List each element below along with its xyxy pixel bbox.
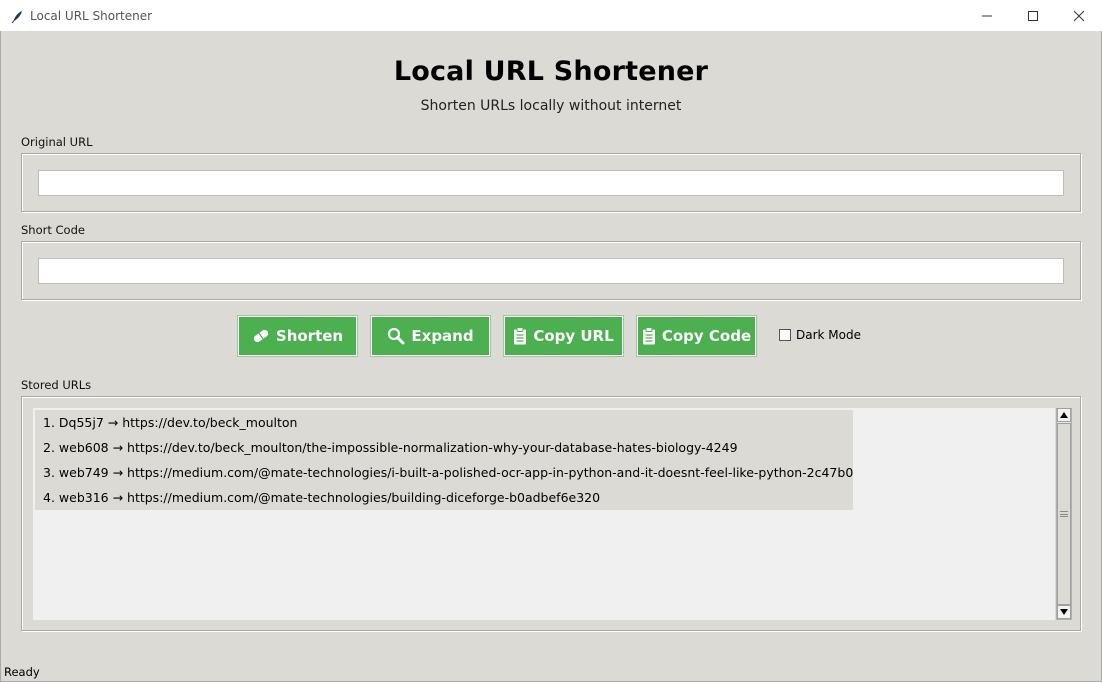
window-title: Local URL Shortener bbox=[30, 8, 153, 23]
dark-mode-label: Dark Mode bbox=[796, 328, 861, 342]
arrow-up-icon bbox=[1060, 412, 1068, 418]
copy-code-label: Copy Code bbox=[661, 327, 752, 345]
copy-code-button[interactable]: Copy Code bbox=[636, 315, 757, 357]
grip-icon bbox=[1060, 511, 1068, 517]
stored-urls-listbox[interactable]: 1. Dq55j7 → https://dev.to/beck_moulton … bbox=[33, 408, 1055, 620]
maximize-button[interactable] bbox=[1010, 0, 1056, 31]
expand-button[interactable]: Expand bbox=[370, 315, 491, 357]
list-item[interactable]: 3. web749 → https://medium.com/@mate-tec… bbox=[35, 460, 853, 485]
list-item[interactable]: 4. web316 → https://medium.com/@mate-tec… bbox=[35, 485, 853, 510]
page-title: Local URL Shortener bbox=[393, 56, 709, 87]
short-code-input[interactable] bbox=[38, 258, 1064, 284]
arrow-down-icon bbox=[1060, 609, 1068, 615]
maximize-icon bbox=[1028, 10, 1038, 21]
stored-urls-label: Stored URLs bbox=[21, 378, 92, 392]
pill-icon bbox=[252, 328, 270, 344]
clipboard-icon bbox=[513, 327, 527, 345]
original-url-label: Original URL bbox=[21, 135, 93, 149]
status-text: Ready bbox=[4, 665, 40, 679]
close-icon bbox=[1073, 10, 1085, 21]
scroll-up-button[interactable] bbox=[1057, 408, 1071, 422]
scroll-down-button[interactable] bbox=[1057, 605, 1071, 619]
scrollbar-thumb[interactable] bbox=[1057, 423, 1071, 605]
shorten-button[interactable]: Shorten bbox=[237, 315, 358, 357]
close-button[interactable] bbox=[1056, 0, 1102, 31]
feather-icon bbox=[10, 9, 24, 23]
magnifier-icon bbox=[387, 327, 405, 345]
short-code-label: Short Code bbox=[21, 223, 85, 237]
clipboard-icon bbox=[642, 327, 656, 345]
window-titlebar: Local URL Shortener bbox=[0, 0, 1102, 31]
list-item[interactable]: 2. web608 → https://dev.to/beck_moulton/… bbox=[35, 435, 853, 460]
minimize-button[interactable] bbox=[964, 0, 1010, 31]
dark-mode-checkbox[interactable] bbox=[779, 329, 791, 341]
list-item[interactable]: 1. Dq55j7 → https://dev.to/beck_moulton bbox=[35, 410, 853, 435]
expand-label: Expand bbox=[411, 327, 474, 345]
copy-url-label: Copy URL bbox=[533, 327, 614, 345]
dark-mode-toggle[interactable]: Dark Mode bbox=[779, 328, 861, 342]
minimize-icon bbox=[982, 15, 992, 16]
copy-url-button[interactable]: Copy URL bbox=[503, 315, 624, 357]
page-subtitle: Shorten URLs locally without internet bbox=[420, 98, 682, 114]
stored-urls-frame: 1. Dq55j7 → https://dev.to/beck_moulton … bbox=[21, 396, 1081, 631]
shorten-label: Shorten bbox=[275, 327, 344, 345]
short-code-frame bbox=[21, 241, 1081, 300]
original-url-input[interactable] bbox=[38, 170, 1064, 196]
vertical-scrollbar[interactable] bbox=[1056, 408, 1072, 620]
original-url-frame bbox=[21, 153, 1081, 212]
